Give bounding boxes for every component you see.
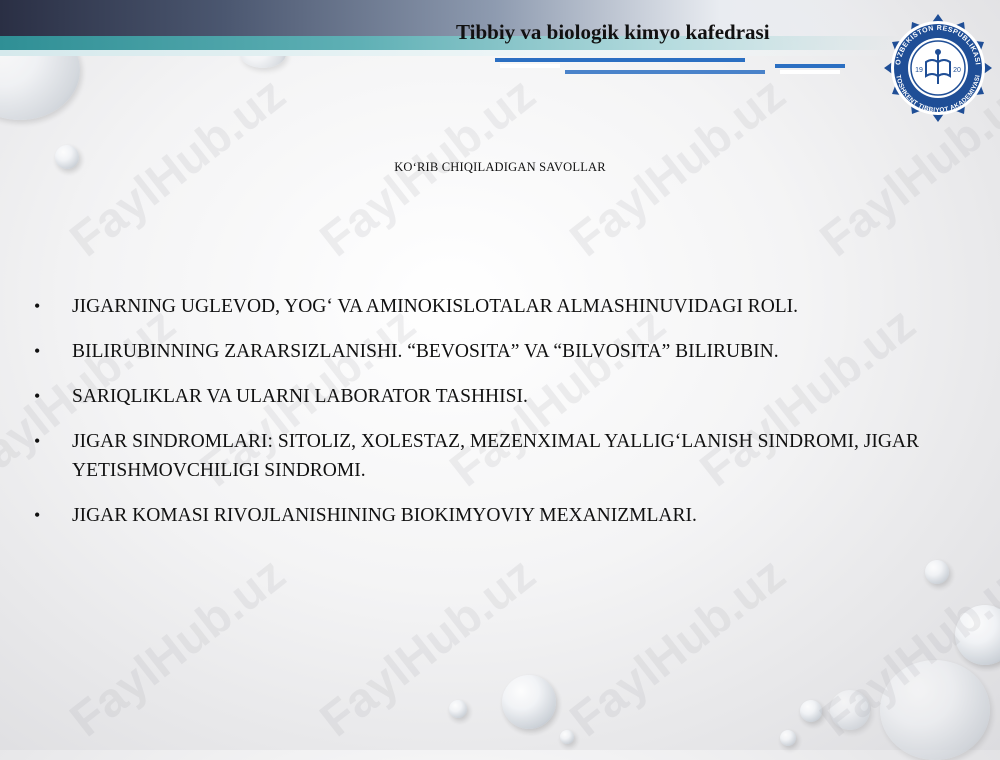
header-band-light [0,50,900,56]
decorative-bubble [955,605,1000,665]
decorative-bubble [800,700,822,722]
header-stripe [495,58,745,62]
watermark-text: FaylHub.uz [560,547,796,748]
bullet-icon: • [34,505,41,525]
list-item-text: SARIQLIKLAR VA ULARNI LABORATOR TASHHISI… [72,386,528,407]
header-stripe [565,70,765,74]
seal-year-right: 20 [953,67,961,74]
list-item: • JIGAR SINDROMLARI: SITOLIZ, XOLESTAZ, M… [34,427,984,485]
header-stripe [500,64,560,68]
header-bar: Tibbiy va biologik kimyo kafedrasi [0,0,1000,74]
list-item: • BILIRUBINNING ZARARSIZLANISHI. “BEVOSIT… [34,337,984,366]
list-item-text: JIGAR SINDROMLARI: SITOLIZ, XOLESTAZ, ME… [72,431,920,481]
bullet-icon: • [34,386,41,406]
header-stripe [780,70,840,74]
bullet-icon: • [34,341,41,361]
list-item: • JIGARNING UGLEVOD, YOG‘ VA AMINOKISLOTA… [34,292,984,321]
slide-subtitle: KO‘RIB CHIQILADIGAN SAVOLLAR [394,160,606,174]
decorative-bubble [925,560,949,584]
list-item-text: JIGAR KOMASI RIVOJLANISHINING BIOKIMYOVI… [72,505,697,526]
decorative-bubble [830,690,870,730]
bullet-icon: • [34,431,41,451]
list-item: • JIGAR KOMASI RIVOJLANISHINING BIOKIMYOV… [34,501,984,530]
decorative-bubble [449,700,467,718]
decorative-bubble [502,675,556,729]
bullet-icon: • [34,296,41,316]
list-item-text: BILIRUBINNING ZARARSIZLANISHI. “BEVOSITA… [72,341,779,362]
header-stripe [775,64,845,68]
list-item: • SARIQLIKLAR VA ULARNI LABORATOR TASHHIS… [34,382,984,411]
decorative-bubble [880,660,990,760]
seal-year-left: 19 [915,67,923,74]
academy-seal-logo: O'ZBEKISTON RESPUBLIKASI TOSHKENT TIBBIY… [884,14,992,122]
decorative-bubble [780,730,796,746]
list-item-text: JIGARNING UGLEVOD, YOG‘ VA AMINOKISLOTAL… [72,296,799,317]
department-title: Tibbiy va biologik kimyo kafedrasi [456,20,770,44]
watermark-text: FaylHub.uz [60,547,296,748]
question-list: • JIGARNING UGLEVOD, YOG‘ VA AMINOKISLOTA… [34,292,984,546]
decorative-bubble [560,730,574,744]
